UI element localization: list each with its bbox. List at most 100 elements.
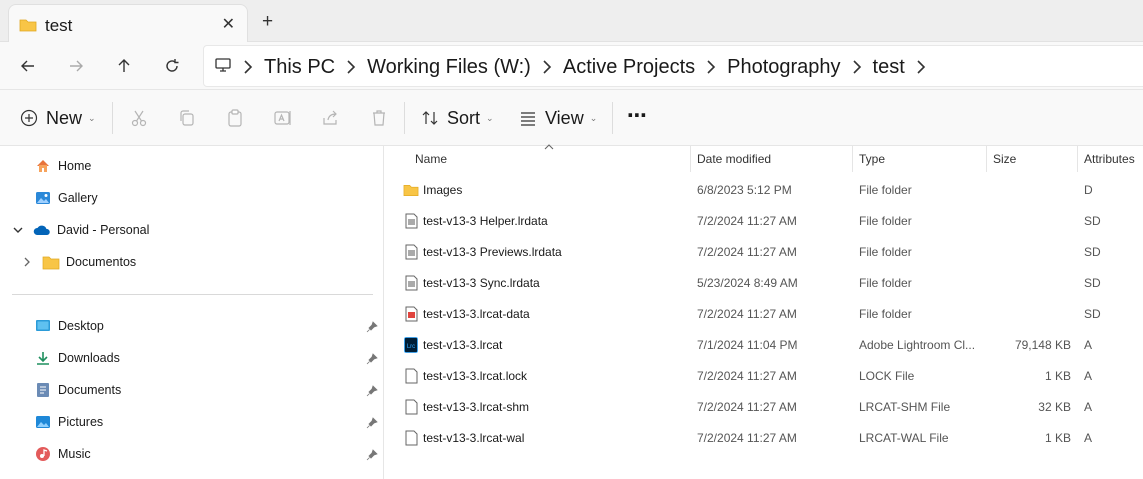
file-name-cell[interactable]: test-v13-3.lrcat-shm (403, 391, 529, 422)
chevron-right-icon[interactable] (705, 60, 717, 74)
nav-item-label: Documents (58, 383, 122, 397)
pin-icon[interactable] (366, 417, 378, 429)
cut-icon[interactable] (129, 108, 149, 128)
file-size (989, 298, 1071, 329)
file-icon (403, 368, 419, 384)
nav-item-label: Pictures (58, 415, 104, 429)
nav-item-documents[interactable]: Documents (34, 376, 121, 404)
pin-icon[interactable] (366, 353, 378, 365)
tab-test[interactable]: test ✕ (8, 4, 248, 43)
table-row[interactable]: Images 6/8/2023 5:12 PM File folder D (385, 174, 1143, 205)
file-name-cell[interactable]: test-v13-3.lrcat-data (403, 298, 530, 329)
delete-icon[interactable] (369, 108, 389, 128)
breadcrumb-item[interactable]: This PC (254, 56, 345, 79)
sort-icon (422, 111, 438, 125)
table-row[interactable]: Lrc test-v13-3.lrcat 7/1/2024 11:04 PM Adob… (385, 329, 1143, 360)
file-type: File folder (859, 244, 912, 259)
folder-icon (403, 182, 419, 198)
table-row[interactable]: test-v13-3.lrcat-data 7/2/2024 11:27 AM Fi… (385, 298, 1143, 329)
copy-icon[interactable] (177, 108, 197, 128)
table-row[interactable]: test-v13-3.lrcat-shm 7/2/2024 11:27 AM LRC… (385, 391, 1143, 422)
back-button[interactable] (16, 54, 40, 78)
navigation-pane: Home Gallery David - Personal Documentos… (0, 146, 384, 479)
nav-item-desktop[interactable]: Desktop (34, 312, 104, 340)
breadcrumb-item[interactable]: Working Files (W:) (357, 56, 541, 79)
paste-icon[interactable] (225, 108, 245, 128)
divider[interactable] (852, 146, 853, 172)
divider[interactable] (690, 146, 691, 172)
chevron-right-icon[interactable] (20, 253, 34, 271)
file-attributes: A (1084, 368, 1093, 383)
chevron-right-icon[interactable] (541, 60, 553, 74)
column-header-attributes[interactable]: Attributes (1084, 146, 1135, 172)
chevron-down-icon[interactable] (11, 221, 25, 239)
refresh-button[interactable] (160, 54, 184, 78)
view-button[interactable]: View ⌄ (519, 90, 597, 146)
nav-item-onedrive[interactable]: David - Personal (11, 216, 149, 244)
file-attributes: SD (1084, 213, 1101, 228)
column-header-type[interactable]: Type (859, 146, 885, 172)
breadcrumb-item[interactable]: Photography (717, 56, 850, 79)
file-name-cell[interactable]: test-v13-3.lrcat-wal (403, 422, 524, 453)
file-name: test-v13-3.lrcat-shm (423, 399, 530, 414)
file-name-cell[interactable]: Images (403, 174, 462, 205)
chevron-right-icon[interactable] (915, 60, 927, 74)
divider[interactable] (986, 146, 987, 172)
breadcrumb-item[interactable]: Active Projects (553, 56, 705, 79)
chevron-right-icon[interactable] (851, 60, 863, 74)
nav-item-downloads[interactable]: Downloads (34, 344, 120, 372)
file-type: File folder (859, 275, 912, 290)
this-pc-icon[interactable] (214, 56, 242, 79)
up-button[interactable] (112, 54, 136, 78)
nav-item-gallery[interactable]: Gallery (34, 184, 98, 212)
breadcrumb-item[interactable]: test (863, 56, 915, 79)
file-attributes: A (1084, 337, 1093, 352)
nav-item-documentos[interactable]: Documentos (20, 248, 136, 276)
refresh-icon (166, 59, 179, 72)
pin-icon[interactable] (366, 449, 378, 461)
file-size (989, 236, 1071, 267)
new-tab-button[interactable]: + (262, 12, 273, 31)
file-name-cell[interactable]: test-v13-3 Sync.lrdata (403, 267, 540, 298)
forward-button[interactable] (64, 54, 88, 78)
file-size: 79,148 KB (1014, 337, 1071, 352)
more-options-button[interactable]: ⋯ (627, 87, 647, 143)
chevron-right-icon[interactable] (242, 60, 254, 74)
divider[interactable] (1077, 146, 1078, 172)
pin-icon[interactable] (366, 385, 378, 397)
command-bar: New ⌄ Sort ⌄ View ⌄ ⋯ (0, 90, 1143, 146)
column-header-size[interactable]: Size (993, 146, 1016, 172)
chevron-right-icon[interactable] (345, 60, 357, 74)
table-row[interactable]: test-v13-3 Previews.lrdata 7/2/2024 11:27… (385, 236, 1143, 267)
share-icon[interactable] (321, 108, 341, 128)
date-modified: 7/2/2024 11:27 AM (697, 399, 797, 414)
table-row[interactable]: test-v13-3.lrcat.lock 7/2/2024 11:27 AM LO… (385, 360, 1143, 391)
nav-item-music[interactable]: Music (34, 440, 91, 468)
file-name: Images (423, 182, 463, 197)
file-name: test-v13-3.lrcat-wal (423, 430, 525, 445)
sort-button[interactable]: Sort ⌄ (421, 90, 494, 146)
pin-icon[interactable] (366, 321, 378, 333)
nav-item-label: Downloads (58, 351, 120, 365)
file-name-cell[interactable]: test-v13-3 Previews.lrdata (403, 236, 562, 267)
address-bar[interactable]: This PC Working Files (W:) Active Projec… (203, 45, 1143, 87)
close-icon[interactable]: ✕ (222, 14, 235, 34)
file-name-cell[interactable]: test-v13-3.lrcat.lock (403, 360, 527, 391)
table-row[interactable]: test-v13-3 Sync.lrdata 5/23/2024 8:49 AM F… (385, 267, 1143, 298)
file-name-cell[interactable]: test-v13-3 Helper.lrdata (403, 205, 548, 236)
file-name: test-v13-3.lrcat (423, 337, 503, 352)
file-attributes: SD (1084, 244, 1101, 259)
rename-icon[interactable] (273, 108, 293, 128)
nav-item-home[interactable]: Home (34, 152, 91, 180)
file-name-cell[interactable]: Lrc test-v13-3.lrcat (403, 329, 502, 360)
new-button[interactable]: New ⌄ (20, 90, 96, 146)
folder-icon (19, 17, 37, 36)
nav-item-label: Gallery (58, 191, 98, 205)
file-size (989, 205, 1071, 236)
file-type: LRCAT-SHM File (859, 399, 951, 414)
table-row[interactable]: test-v13-3.lrcat-wal 7/2/2024 11:27 AM LRC… (385, 422, 1143, 453)
column-header-name[interactable]: Name (415, 146, 447, 172)
nav-item-pictures[interactable]: Pictures (34, 408, 103, 436)
column-header-date[interactable]: Date modified (697, 146, 771, 172)
table-row[interactable]: test-v13-3 Helper.lrdata 7/2/2024 11:27 A… (385, 205, 1143, 236)
